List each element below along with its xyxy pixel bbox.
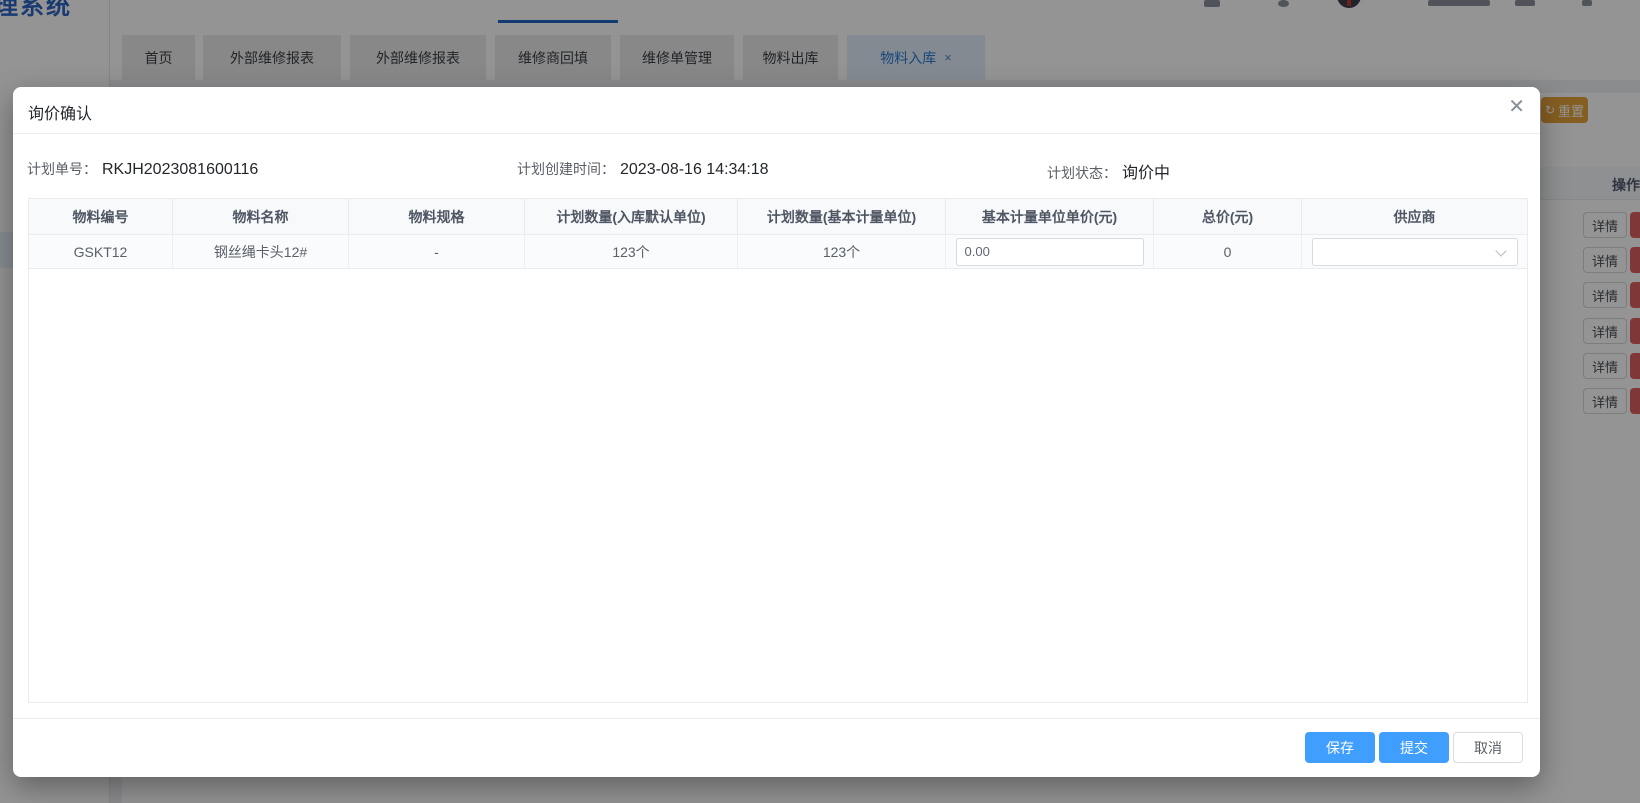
cell-qty-default-unit: 123个 bbox=[525, 235, 738, 268]
save-button[interactable]: 保存 bbox=[1305, 732, 1375, 763]
col-qty-default-unit: 计划数量(入库默认单位) bbox=[525, 199, 738, 234]
supplier-select[interactable] bbox=[1312, 238, 1518, 266]
cell-material-name: 钢丝绳卡头12# bbox=[173, 235, 349, 268]
plan-created-value: 2023-08-16 14:34:18 bbox=[620, 161, 769, 179]
inquiry-confirm-dialog: 询价确认 ✕ 计划单号： RKJH2023081600116 计划创建时间： 2… bbox=[13, 87, 1540, 777]
close-icon[interactable]: ✕ bbox=[1508, 97, 1525, 117]
plan-status-value: 询价中 bbox=[1122, 159, 1170, 183]
plan-no-field: 计划单号： RKJH2023081600116 bbox=[27, 159, 258, 179]
plan-no-value: RKJH2023081600116 bbox=[102, 161, 258, 179]
col-unit-price: 基本计量单位单价(元) bbox=[946, 199, 1154, 234]
col-supplier: 供应商 bbox=[1302, 199, 1527, 234]
col-material-code: 物料编号 bbox=[29, 199, 173, 234]
col-material-name: 物料名称 bbox=[173, 199, 349, 234]
plan-info-row: 计划单号： RKJH2023081600116 计划创建时间： 2023-08-… bbox=[13, 159, 1540, 185]
dialog-header: 询价确认 ✕ bbox=[13, 87, 1540, 134]
cell-qty-base-unit: 123个 bbox=[738, 235, 946, 268]
plan-created-field: 计划创建时间： 2023-08-16 14:34:18 bbox=[517, 159, 769, 179]
dialog-title: 询价确认 bbox=[28, 100, 92, 124]
chevron-down-icon bbox=[1495, 245, 1506, 256]
submit-button[interactable]: 提交 bbox=[1379, 732, 1449, 763]
table-header-row: 物料编号 物料名称 物料规格 计划数量(入库默认单位) 计划数量(基本计量单位)… bbox=[29, 199, 1527, 235]
app-page: 理系统 首页外部维修报表外部维修报表维修商回填维修单管理物料出库物料入库× ↻ … bbox=[0, 0, 1640, 803]
col-qty-base-unit: 计划数量(基本计量单位) bbox=[738, 199, 946, 234]
cell-material-spec: - bbox=[349, 235, 525, 268]
col-total-price: 总价(元) bbox=[1154, 199, 1302, 234]
cell-total-price: 0 bbox=[1154, 235, 1302, 268]
plan-created-label: 计划创建时间： bbox=[517, 159, 615, 179]
cancel-button[interactable]: 取消 bbox=[1453, 732, 1523, 763]
plan-status-label: 计划状态： bbox=[1047, 163, 1117, 183]
col-material-spec: 物料规格 bbox=[349, 199, 525, 234]
table-row: GSKT12 钢丝绳卡头12# - 123个 123个 0 bbox=[29, 235, 1527, 269]
plan-status-field: 计划状态： 询价中 bbox=[1047, 159, 1170, 183]
dialog-footer: 保存 提交 取消 bbox=[1305, 732, 1523, 763]
material-table: 物料编号 物料名称 物料规格 计划数量(入库默认单位) 计划数量(基本计量单位)… bbox=[28, 198, 1528, 703]
plan-no-label: 计划单号： bbox=[27, 159, 97, 179]
unit-price-input[interactable] bbox=[956, 238, 1144, 266]
footer-divider bbox=[13, 718, 1540, 719]
cell-material-code: GSKT12 bbox=[29, 235, 173, 268]
